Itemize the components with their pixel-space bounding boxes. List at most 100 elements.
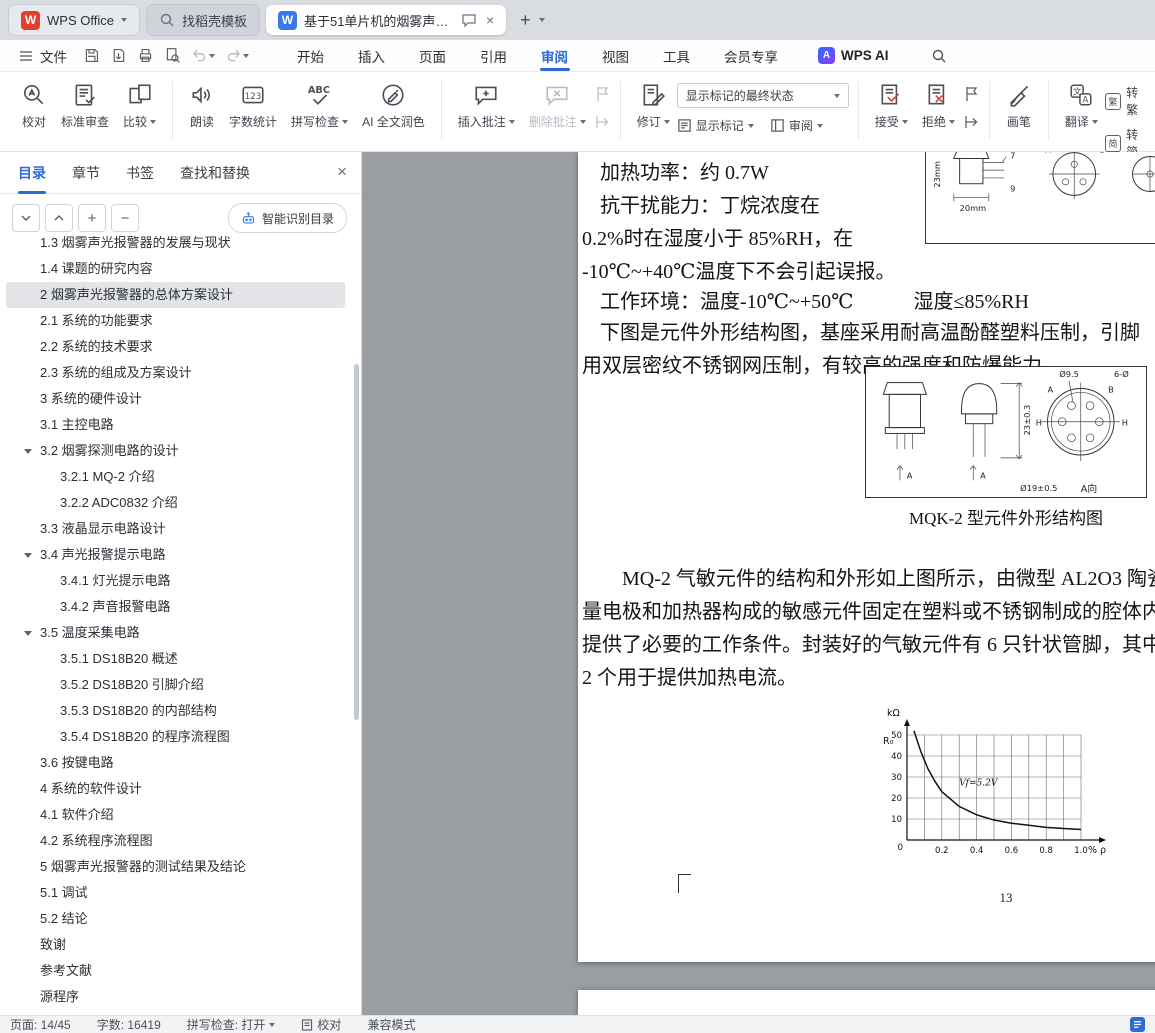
zoom-in-toc-button[interactable]: + bbox=[78, 204, 106, 232]
wps-writer-icon[interactable] bbox=[1130, 1017, 1145, 1032]
status-compat-mode[interactable]: 兼容模式 bbox=[367, 1016, 415, 1033]
review-pane-button[interactable]: 审阅 bbox=[770, 117, 823, 134]
tab-view[interactable]: 视图 bbox=[602, 40, 629, 71]
toc-item[interactable]: 5.1 调试 bbox=[6, 880, 345, 906]
tab-list-chevron-icon[interactable] bbox=[538, 18, 545, 22]
redo-chevron-icon[interactable] bbox=[243, 53, 249, 58]
status-word-count[interactable]: 字数: 16419 bbox=[97, 1016, 161, 1033]
tab-page[interactable]: 页面 bbox=[419, 40, 446, 71]
export-icon[interactable] bbox=[110, 47, 127, 64]
toc-item[interactable]: 5.2 结论 bbox=[6, 906, 345, 932]
zoom-out-toc-button[interactable]: − bbox=[111, 204, 139, 232]
tab-review[interactable]: 审阅 bbox=[541, 40, 568, 71]
compare-button[interactable]: 比较 bbox=[116, 79, 163, 133]
toc-item[interactable]: 5 烟雾声光报警器的测试结果及结论 bbox=[6, 854, 345, 880]
toc-item[interactable]: 4.1 软件介绍 bbox=[6, 802, 345, 828]
status-spell-check[interactable]: 拼写检查: 打开 bbox=[187, 1016, 276, 1033]
file-menu-button[interactable]: 文件 bbox=[10, 46, 75, 66]
save-icon[interactable] bbox=[83, 47, 100, 64]
toc-item[interactable]: 3.1 主控电路 bbox=[6, 412, 345, 438]
toc-item[interactable]: 3.3 液晶显示电路设计 bbox=[6, 516, 345, 542]
toc-item[interactable]: 4.2 系统程序流程图 bbox=[6, 828, 345, 854]
expand-all-button[interactable] bbox=[45, 204, 73, 232]
undo-button[interactable] bbox=[191, 47, 215, 64]
toc-item[interactable]: 3.2.1 MQ-2 介绍 bbox=[6, 464, 345, 490]
toc-item[interactable]: 3.5.3 DS18B20 的内部结构 bbox=[6, 698, 345, 724]
markup-state-select[interactable]: 显示标记的最终状态 bbox=[676, 83, 849, 108]
insert-comment-button[interactable]: 插入批注 bbox=[451, 79, 522, 133]
toc-item[interactable]: 3.5.1 DS18B20 概述 bbox=[6, 646, 345, 672]
redo-button[interactable] bbox=[225, 47, 249, 64]
smart-toc-button[interactable]: 智能识别目录 bbox=[227, 203, 347, 233]
document-page[interactable]: 加热功率：约 0.7W 抗干扰能力：丁烷浓度在 0.2%时在湿度小于 85%RH… bbox=[578, 152, 1155, 962]
toc-item[interactable]: 3.4.2 声音报警电路 bbox=[6, 594, 345, 620]
sidebar-scrollbar[interactable] bbox=[354, 364, 359, 720]
next-comment-flag-icon[interactable] bbox=[593, 113, 611, 131]
tab-tools[interactable]: 工具 bbox=[663, 40, 690, 71]
spell-check-button[interactable]: ABC 拼写检查 bbox=[284, 79, 355, 133]
ai-polish-button[interactable]: AI 全文润色 bbox=[355, 79, 432, 133]
reject-button[interactable]: 拒绝 bbox=[915, 79, 962, 133]
read-aloud-button[interactable]: 朗读 bbox=[182, 79, 222, 133]
sidebar-tab-chapters[interactable]: 章节 bbox=[72, 152, 100, 194]
expand-arrow-icon[interactable] bbox=[24, 449, 32, 454]
next-document-page[interactable] bbox=[578, 990, 1155, 1015]
to-traditional-button[interactable]: 繁 转繁 bbox=[1104, 84, 1149, 118]
next-revision-flag-icon[interactable] bbox=[962, 113, 980, 131]
close-tab-icon[interactable]: × bbox=[486, 12, 494, 28]
toc-item[interactable]: 1.3 烟雾声光报警器的发展与现状 bbox=[6, 236, 345, 256]
sidebar-close-icon[interactable]: × bbox=[337, 162, 347, 182]
revise-button[interactable]: 修订 bbox=[630, 79, 677, 133]
toc-item[interactable]: 3.5 温度采集电路 bbox=[6, 620, 345, 646]
document-tab[interactable]: W 基于51单片机的烟雾声光报警... × bbox=[265, 5, 507, 35]
show-markup-button[interactable]: 显示标记 bbox=[677, 117, 754, 134]
toc-item[interactable]: 2.2 系统的技术要求 bbox=[6, 334, 345, 360]
template-tab[interactable]: 找稻壳模板 bbox=[145, 4, 260, 36]
toc-item[interactable]: 源程序 bbox=[6, 984, 345, 1010]
toc-item[interactable]: 3.5.2 DS18B20 引脚介绍 bbox=[6, 672, 345, 698]
tab-reference[interactable]: 引用 bbox=[480, 40, 507, 71]
expand-arrow-icon[interactable] bbox=[24, 631, 32, 636]
accept-button[interactable]: 接受 bbox=[868, 79, 915, 133]
previous-revision-flag-icon[interactable] bbox=[962, 85, 980, 103]
collapse-all-button[interactable] bbox=[12, 204, 40, 232]
menubar-search-icon[interactable] bbox=[931, 48, 947, 64]
sidebar-tab-find-replace[interactable]: 查找和替换 bbox=[180, 152, 250, 194]
undo-chevron-icon[interactable] bbox=[209, 53, 215, 58]
new-tab-button[interactable]: + bbox=[512, 10, 539, 31]
wps-office-tab[interactable]: W WPS Office bbox=[8, 4, 140, 36]
toc-item[interactable]: 3.4.1 灯光提示电路 bbox=[6, 568, 345, 594]
tab-insert[interactable]: 插入 bbox=[358, 40, 385, 71]
toc-item[interactable]: 3.2.2 ADC0832 介绍 bbox=[6, 490, 345, 516]
comment-bubble-icon[interactable] bbox=[461, 12, 477, 28]
proofread-button[interactable]: 校对 bbox=[14, 79, 54, 133]
toc-item[interactable]: 1.4 课题的研究内容 bbox=[6, 256, 345, 282]
word-count-button[interactable]: 123 字数统计 bbox=[222, 79, 284, 133]
toc-item[interactable]: 2.1 系统的功能要求 bbox=[6, 308, 345, 334]
print-preview-icon[interactable] bbox=[164, 47, 181, 64]
toc-item[interactable]: 3 系统的硬件设计 bbox=[6, 386, 345, 412]
status-page-indicator[interactable]: 页面: 14/45 bbox=[10, 1016, 71, 1033]
delete-comment-button[interactable]: 删除批注 bbox=[522, 79, 593, 133]
wps-ai-button[interactable]: A WPS AI bbox=[818, 47, 889, 64]
pen-button[interactable]: 画笔 bbox=[999, 79, 1039, 133]
toc-item[interactable]: 3.5.4 DS18B20 的程序流程图 bbox=[6, 724, 345, 750]
translate-button[interactable]: 文A 翻译 bbox=[1058, 79, 1105, 133]
status-proofread[interactable]: 校对 bbox=[301, 1016, 341, 1033]
previous-comment-flag-icon[interactable] bbox=[593, 85, 611, 103]
toc-item[interactable]: 致谢 bbox=[6, 932, 345, 958]
tab-home[interactable]: 开始 bbox=[297, 40, 324, 71]
toc-item[interactable]: 4 系统的软件设计 bbox=[6, 776, 345, 802]
tab-membership[interactable]: 会员专享 bbox=[724, 40, 778, 71]
sidebar-tab-bookmarks[interactable]: 书签 bbox=[126, 152, 154, 194]
toc-item[interactable]: 参考文献 bbox=[6, 958, 345, 984]
toc-item[interactable]: 3.6 按键电路 bbox=[6, 750, 345, 776]
expand-arrow-icon[interactable] bbox=[24, 553, 32, 558]
document-area[interactable]: 加热功率：约 0.7W 抗干扰能力：丁烷浓度在 0.2%时在湿度小于 85%RH… bbox=[362, 152, 1155, 1015]
toc-item[interactable]: 2.3 系统的组成及方案设计 bbox=[6, 360, 345, 386]
toc-item[interactable]: 3.2 烟雾探测电路的设计 bbox=[6, 438, 345, 464]
standard-review-button[interactable]: 标准审查 bbox=[54, 79, 116, 133]
toc-item[interactable]: 2 烟雾声光报警器的总体方案设计 bbox=[6, 282, 345, 308]
print-icon[interactable] bbox=[137, 47, 154, 64]
sidebar-tab-toc[interactable]: 目录 bbox=[18, 152, 46, 194]
